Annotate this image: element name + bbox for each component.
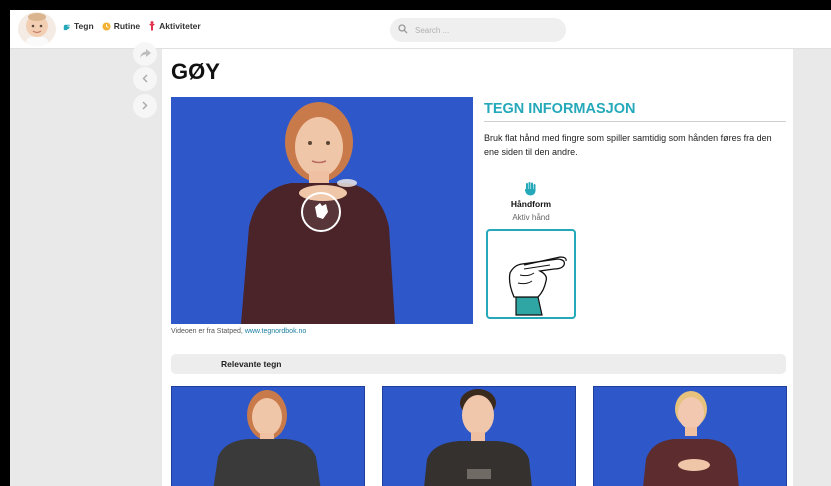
handform-sub: Aktiv hånd — [512, 213, 550, 222]
page-title: GØY — [171, 59, 220, 84]
search-input[interactable] — [413, 24, 557, 36]
app-frame: Tegn Rutine Aktiviteter Search ... GØY V… — [10, 10, 831, 486]
main-nav: Tegn Rutine Aktiviteter — [62, 21, 201, 31]
nav-rutine-label: Rutine — [113, 21, 141, 31]
chevron-right-icon — [142, 97, 148, 115]
related-video-1[interactable] — [171, 386, 365, 486]
nav-tegn-label: Tegn — [74, 21, 94, 31]
info-heading: TEGN INFORMASJON — [484, 101, 636, 117]
search-bar[interactable] — [390, 18, 566, 42]
info-divider — [484, 121, 786, 122]
handform-image — [486, 229, 576, 319]
nav-aktiviteter-label: Aktiviteter — [159, 21, 201, 31]
top-header: Tegn Rutine Aktiviteter — [10, 10, 831, 49]
sign-card: GØY Videoen er fra Statped, www.tegnordb… — [162, 49, 793, 486]
tegnordbok-link[interactable]: www.tegnordbok.no — [245, 328, 306, 335]
related-signs-bar: Relevante tegn — [171, 354, 786, 374]
next-button[interactable] — [133, 94, 157, 118]
share-arrow-icon — [139, 45, 151, 63]
sign-video[interactable] — [171, 97, 473, 324]
related-label: Relevante tegn — [221, 359, 282, 369]
related-video-2[interactable] — [382, 386, 576, 486]
hand-icon — [62, 22, 71, 31]
baby-logo[interactable] — [18, 12, 56, 46]
share-button[interactable] — [133, 42, 157, 66]
related-video-3[interactable] — [593, 386, 787, 486]
previous-button[interactable] — [133, 67, 157, 91]
figure-icon — [148, 21, 156, 31]
info-description: Bruk flat hånd med fingre som spiller sa… — [484, 133, 772, 157]
nav-aktiviteter[interactable]: Aktiviteter — [148, 21, 201, 31]
video-caption: Videoen er fra Statped, www.tegnordbok.n… — [171, 328, 306, 335]
handform-label: Håndform — [510, 199, 552, 209]
chevron-left-icon — [142, 70, 148, 88]
nav-tegn[interactable]: Tegn — [62, 21, 94, 31]
search-icon — [390, 21, 408, 39]
nav-rutine[interactable]: Rutine — [102, 21, 140, 31]
clock-icon — [102, 21, 111, 31]
caption-text: Videoen er fra Statped, — [171, 328, 245, 335]
